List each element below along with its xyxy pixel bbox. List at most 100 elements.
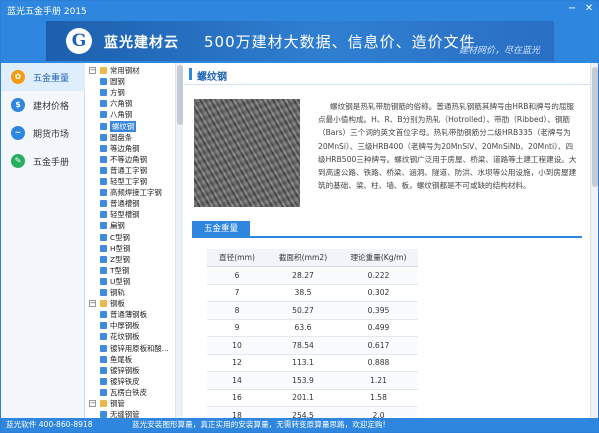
item-icon [100, 78, 107, 86]
tree-item[interactable]: 方钢 [85, 87, 181, 98]
tree-item[interactable]: 圆盘条 [85, 132, 181, 143]
content-header: 螺纹钢 [184, 63, 590, 85]
content-scrollbar[interactable] [590, 63, 598, 418]
minimize-button[interactable]: − [564, 1, 580, 17]
nav-item-label: 期货市场 [33, 130, 70, 140]
item-icon [100, 411, 107, 418]
tree-folder[interactable]: − 钢板 [85, 298, 181, 309]
tree-item[interactable]: 无缝钢管 [85, 409, 181, 418]
tab-hardware-weight[interactable]: 五金重量 [192, 221, 250, 238]
tree-item-label: 镀锌用原板和酸... [110, 343, 169, 353]
tree-item[interactable]: C型钢 [85, 232, 181, 243]
tree-item[interactable]: 六角钢 [85, 98, 181, 109]
table-cell: 10 [207, 336, 267, 355]
weight-table: 直径(mm) 截面积(mm2) 理论重量(Kg/m) 6 28.27 0.222 7 3… [207, 249, 418, 418]
tree-item[interactable]: 八角钢 [85, 109, 181, 120]
tree-item[interactable]: 圆钢 [85, 76, 181, 87]
tree-item-label: 花纹钢板 [110, 332, 140, 342]
nav-item-label: 建材价格 [33, 102, 70, 112]
tree-item[interactable]: 等边角钢 [85, 143, 181, 154]
item-icon [100, 222, 107, 230]
table-cell: 12 [207, 354, 267, 372]
tree-item[interactable]: 螺纹钢 [85, 120, 181, 132]
tree-item[interactable]: 钢轨 [85, 287, 181, 298]
tree-item[interactable]: 普通工字钢 [85, 165, 181, 176]
nav-item-hardware-weight[interactable]: ✿ 五金重量 [1, 63, 85, 91]
app-window: 蓝光五金手册 2015 − ✕ G 蓝光建材云 500万建材大数据、信息价、造价… [0, 0, 599, 433]
collapse-toggle-icon[interactable]: − [89, 300, 96, 308]
content-scroll-thumb[interactable] [592, 67, 598, 187]
tree-item-label: 钢管 [110, 399, 125, 408]
brand-name: 蓝光建材云 [104, 35, 179, 51]
tree-item-label: H型钢 [110, 243, 131, 253]
tree-item[interactable]: 花纹钢板 [85, 331, 181, 342]
close-button[interactable]: ✕ [581, 1, 597, 17]
item-icon [100, 344, 107, 352]
tree-item[interactable]: 镀锌用原板和酸... [85, 343, 181, 354]
title-bar: 蓝光五金手册 2015 − ✕ [1, 1, 598, 19]
table-cell: 78.54 [267, 336, 339, 355]
nav-item-material-price[interactable]: $ 建材价格 [1, 91, 85, 119]
content-panel: 螺纹钢 螺纹钢是热轧带肋钢筋的俗称。普通热轧钢筋其牌号由HRB和牌号的屈服点最小… [184, 63, 590, 418]
tree-item[interactable]: Z型钢 [85, 254, 181, 265]
tree-item[interactable]: 高频焊接工字钢 [85, 187, 181, 198]
folder-icon [100, 400, 107, 407]
tree-item-label: 常用钢材 [110, 66, 140, 75]
tree-item[interactable]: 鱼尾板 [85, 354, 181, 365]
table-cell: 0.888 [339, 354, 418, 372]
table-row: 6 28.27 0.222 [207, 266, 418, 285]
item-icon [100, 377, 107, 385]
tree-item-label: 不等边角钢 [110, 154, 147, 164]
tree-item[interactable]: 轻型槽钢 [85, 209, 181, 220]
wrench-icon: ✎ [11, 154, 25, 168]
tree-item-label: 钢轨 [110, 288, 125, 297]
tree-scrollbar[interactable] [175, 63, 183, 418]
table-cell: 8 [207, 301, 267, 320]
table-cell: 6 [207, 266, 267, 285]
tree-scroll-thumb[interactable] [177, 65, 183, 125]
tree-item[interactable]: 普通槽钢 [85, 198, 181, 209]
item-icon [100, 111, 107, 119]
tree-item[interactable]: H型钢 [85, 243, 181, 254]
tree-item-label: 无缝钢管 [110, 410, 140, 418]
tree-folder[interactable]: − 钢管 [85, 398, 181, 409]
item-icon [100, 388, 107, 396]
item-icon [100, 366, 107, 374]
tree-folder[interactable]: − 常用钢材 [85, 65, 181, 76]
status-bar: 蓝光软件 400-860-8918 蓝光安装图形算量，真正实用的安装算量，无需转… [1, 418, 598, 432]
tree-item-label: 中厚钢板 [110, 321, 140, 331]
tree-item[interactable]: 瓦楞白铁皮 [85, 387, 181, 398]
tree-item[interactable]: 轻型工字钢 [85, 176, 181, 187]
status-contact: 蓝光软件 400-860-8918 [6, 420, 93, 429]
table-cell: 18 [207, 406, 267, 418]
tree-item-label: 瓦楞白铁皮 [110, 387, 147, 397]
tree-item-label: C型钢 [110, 232, 130, 242]
status-message: 蓝光安装图形算量，真正实用的安装算量，无需转变原算量思路，欢迎定购! [132, 420, 386, 429]
nav-item-hardware-manual[interactable]: ✎ 五金手册 [1, 147, 85, 175]
nav-item-futures-market[interactable]: ~ 期货市场 [1, 119, 85, 147]
ad-banner[interactable]: G 蓝光建材云 500万建材大数据、信息价、造价文件 建材网价，尽在蓝光 [46, 21, 554, 61]
item-icon [100, 333, 107, 341]
table-cell: 50.27 [267, 301, 339, 320]
content-title: 螺纹钢 [197, 72, 227, 83]
tree-item[interactable]: 镀锌钢板 [85, 365, 181, 376]
logo-letter: G [71, 31, 87, 51]
tree-item[interactable]: T型钢 [85, 265, 181, 276]
item-icon [100, 211, 107, 219]
tree-item[interactable]: 不等边角钢 [85, 154, 181, 165]
tree-item[interactable]: 中厚钢板 [85, 320, 181, 331]
table-cell: 0.222 [339, 266, 418, 285]
tree-item[interactable]: U型钢 [85, 276, 181, 287]
nav-item-label: 五金手册 [33, 158, 70, 168]
title-accent-bar [189, 68, 192, 80]
tree-item[interactable]: 扁钢 [85, 220, 181, 231]
window-title: 蓝光五金手册 2015 [7, 7, 87, 17]
table-row: 10 78.54 0.617 [207, 336, 418, 355]
item-icon [100, 244, 107, 252]
tree-item[interactable]: 普通薄钢板 [85, 309, 181, 320]
column-header: 直径(mm) [207, 249, 267, 267]
left-nav: ✿ 五金重量 $ 建材价格 ~ 期货市场 ✎ 五金手册 [1, 63, 85, 418]
collapse-toggle-icon[interactable]: − [89, 67, 96, 74]
collapse-toggle-icon[interactable]: − [89, 400, 96, 407]
tree-item[interactable]: 镀锌铁皮 [85, 376, 181, 387]
